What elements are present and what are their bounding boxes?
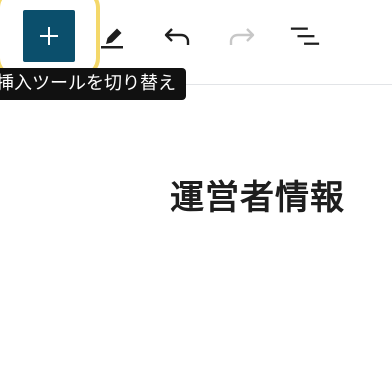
- page-title[interactable]: 運営者情報: [170, 170, 345, 219]
- undo-button[interactable]: [161, 20, 193, 52]
- editor-canvas[interactable]: 運営者情報: [0, 85, 392, 390]
- redo-icon: [229, 28, 255, 45]
- list-view-icon: [290, 27, 320, 45]
- redo-button[interactable]: [226, 20, 258, 52]
- undo-icon: [164, 28, 190, 45]
- block-inserter-button[interactable]: [23, 10, 75, 62]
- tools-button[interactable]: [96, 20, 128, 52]
- list-view-button[interactable]: [289, 20, 321, 52]
- pencil-icon: [101, 28, 123, 49]
- plus-icon: [40, 27, 58, 45]
